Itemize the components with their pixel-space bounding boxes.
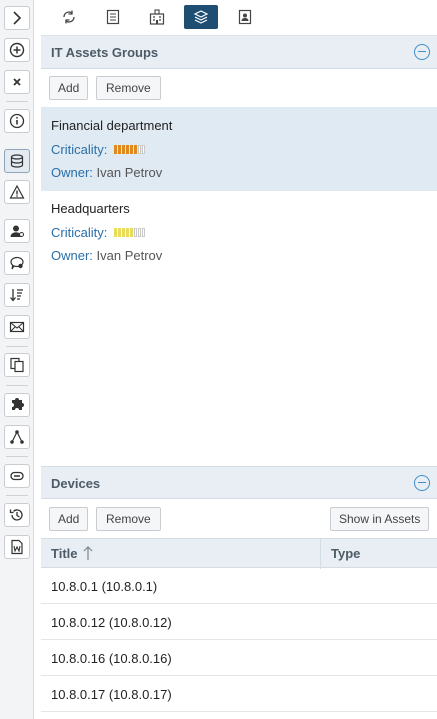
criticality-segment	[138, 145, 141, 154]
chat-search-icon[interactable]	[4, 251, 30, 275]
copy-icon[interactable]	[4, 353, 30, 377]
owner-line: Owner: Ivan Petrov	[51, 165, 162, 180]
mail-icon[interactable]	[4, 315, 30, 339]
owner-value: Ivan Petrov	[96, 248, 163, 263]
sort-ascending-icon[interactable]	[82, 545, 94, 561]
owner-label: Owner:	[51, 248, 93, 263]
column-divider[interactable]	[320, 539, 321, 569]
user-icon[interactable]	[4, 219, 30, 243]
sort-icon[interactable]	[4, 283, 30, 307]
criticality-segment	[142, 228, 145, 237]
column-title[interactable]: Title	[51, 546, 78, 561]
criticality-segment	[138, 228, 141, 237]
document-icon[interactable]	[96, 5, 130, 29]
criticality-segment	[130, 228, 133, 237]
criticality-label: Criticality:	[51, 142, 108, 157]
devices-table-header: Title Type	[41, 538, 437, 569]
criticality-segment	[122, 228, 125, 237]
groups-toolbar: Add Remove	[41, 69, 437, 107]
word-doc-icon[interactable]	[4, 535, 30, 559]
add-circle-icon[interactable]	[4, 38, 30, 62]
criticality-meter	[114, 145, 145, 154]
list-item[interactable]: Financial department Criticality: Owner:…	[41, 107, 437, 191]
device-title: 10.8.0.12 (10.8.0.12)	[51, 615, 172, 630]
criticality-segment	[126, 145, 129, 154]
criticality-segment	[114, 145, 117, 154]
chevron-right-icon[interactable]	[4, 6, 30, 30]
device-title: 10.8.0.17 (10.8.0.17)	[51, 687, 172, 702]
criticality-segment	[142, 145, 145, 154]
close-icon[interactable]	[4, 70, 30, 94]
device-title: 10.8.0.16 (10.8.0.16)	[51, 651, 172, 666]
column-type[interactable]: Type	[331, 546, 360, 561]
group-name: Financial department	[51, 118, 173, 133]
table-row[interactable]: 10.8.0.16 (10.8.0.16)	[41, 640, 437, 676]
groups-title: IT Assets Groups	[51, 45, 159, 60]
history-icon[interactable]	[4, 503, 30, 527]
devices-header: Devices	[41, 466, 437, 499]
collapse-devices-icon[interactable]	[414, 475, 430, 491]
devices-toolbar: Add Remove Show in Assets	[41, 500, 437, 538]
topology-icon[interactable]	[4, 425, 30, 449]
criticality-segment	[126, 228, 129, 237]
show-in-assets-button[interactable]: Show in Assets	[330, 507, 430, 531]
warning-icon[interactable]	[4, 180, 30, 204]
link-icon[interactable]	[4, 464, 30, 488]
device-title: 10.8.0.1 (10.8.0.1)	[51, 579, 158, 594]
refresh-icon[interactable]	[52, 5, 86, 29]
criticality-segment	[118, 228, 121, 237]
table-row[interactable]: 10.8.0.17 (10.8.0.17)	[41, 676, 437, 712]
remove-group-button[interactable]: Remove	[96, 76, 161, 100]
collapse-groups-icon[interactable]	[414, 44, 430, 60]
layers-icon[interactable]	[184, 5, 218, 29]
table-row[interactable]: 10.8.0.12 (10.8.0.12)	[41, 604, 437, 640]
owner-label: Owner:	[51, 165, 93, 180]
info-icon[interactable]	[4, 109, 30, 133]
puzzle-icon[interactable]	[4, 393, 30, 417]
criticality-segment	[134, 228, 137, 237]
groups-header: IT Assets Groups	[41, 36, 437, 69]
database-icon[interactable]	[4, 149, 30, 173]
contact-icon[interactable]	[228, 5, 262, 29]
list-item[interactable]: Headquarters Criticality: Owner: Ivan Pe…	[41, 190, 437, 274]
criticality-segment	[134, 145, 137, 154]
criticality-meter	[114, 228, 145, 237]
left-toolbar	[0, 0, 34, 719]
add-group-button[interactable]: Add	[49, 76, 89, 100]
owner-value: Ivan Petrov	[96, 165, 163, 180]
criticality-segment	[118, 145, 121, 154]
owner-line: Owner: Ivan Petrov	[51, 248, 162, 263]
criticality-segment	[122, 145, 125, 154]
criticality-segment	[130, 145, 133, 154]
table-row[interactable]: 10.8.0.1 (10.8.0.1)	[41, 568, 437, 604]
criticality-label: Criticality:	[51, 225, 108, 240]
view-tabs	[41, 0, 437, 36]
group-name: Headquarters	[51, 201, 130, 216]
devices-title: Devices	[51, 476, 101, 491]
criticality-segment	[114, 228, 117, 237]
building-icon[interactable]	[140, 5, 174, 29]
add-device-button[interactable]: Add	[49, 507, 89, 531]
remove-device-button[interactable]: Remove	[96, 507, 161, 531]
